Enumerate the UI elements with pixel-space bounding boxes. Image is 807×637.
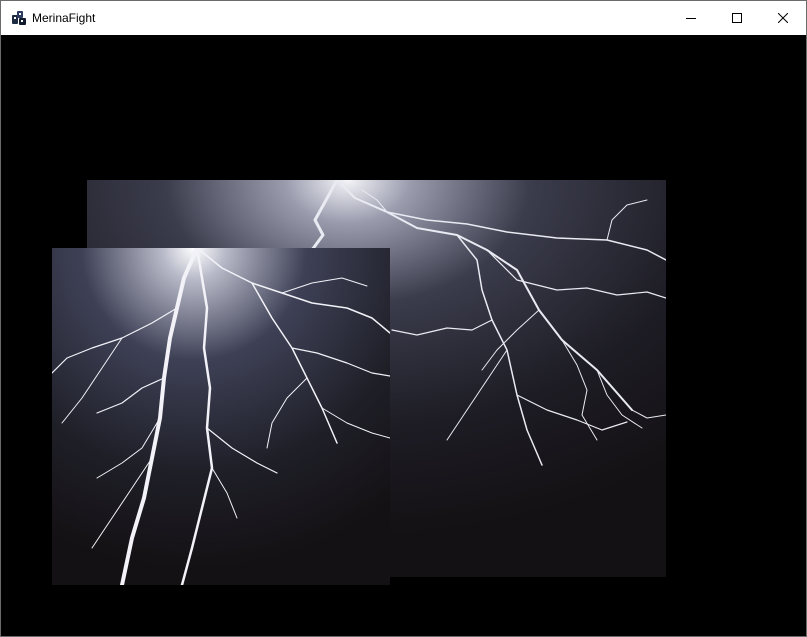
title-bar[interactable]: MerinaFight xyxy=(1,1,806,35)
window-title: MerinaFight xyxy=(32,11,96,25)
close-button[interactable] xyxy=(760,1,806,35)
close-icon xyxy=(778,13,788,23)
game-canvas[interactable] xyxy=(1,35,806,636)
maximize-icon xyxy=(732,13,742,23)
minimize-button[interactable] xyxy=(668,1,714,35)
lightning-sprite-small xyxy=(52,248,390,585)
minimize-icon xyxy=(686,13,696,23)
app-logo-icon xyxy=(11,10,27,26)
lightning-bolt-image xyxy=(52,248,390,585)
maximize-button[interactable] xyxy=(714,1,760,35)
app-window: MerinaFight xyxy=(0,0,807,637)
window-controls xyxy=(668,1,806,35)
